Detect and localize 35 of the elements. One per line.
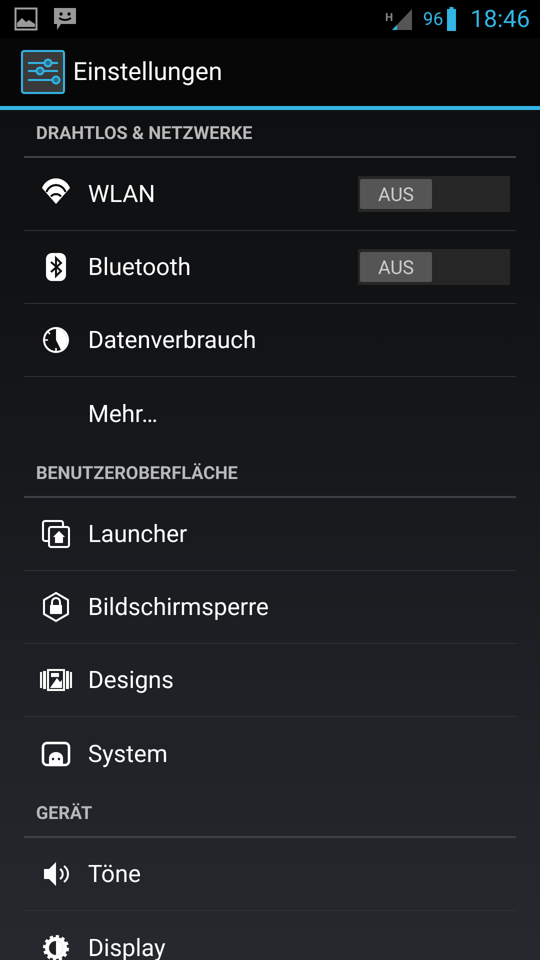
item-label: System xyxy=(88,740,169,768)
section-header: DRAHTLOS & NETZWERKE xyxy=(24,110,516,158)
settings-item[interactable]: Designs xyxy=(24,644,516,717)
settings-item[interactable]: Bluetooth AUS xyxy=(24,231,516,304)
settings-item[interactable]: Töne xyxy=(24,838,516,911)
message-icon xyxy=(52,7,78,31)
lock-icon xyxy=(40,591,72,623)
item-label: Designs xyxy=(88,666,175,694)
settings-item[interactable]: System xyxy=(24,717,516,790)
network-type: H xyxy=(385,11,393,24)
section-header: BENUTZEROBERFLÄCHE xyxy=(24,450,516,498)
item-label: Mehr… xyxy=(88,400,159,428)
toggle-switch[interactable]: AUS xyxy=(358,249,510,285)
item-label: Datenverbrauch xyxy=(88,326,258,354)
item-label: Bluetooth xyxy=(88,253,192,281)
toggle-switch[interactable]: AUS xyxy=(358,176,510,212)
clock: 18:46 xyxy=(470,5,530,33)
settings-item[interactable]: WLAN AUS xyxy=(24,158,516,231)
section-header: GERÄT xyxy=(24,790,516,838)
settings-item[interactable]: Bildschirmsperre xyxy=(24,571,516,644)
item-label: Launcher xyxy=(88,520,188,548)
item-label: Bildschirmsperre xyxy=(88,593,270,621)
item-label: WLAN xyxy=(88,180,156,208)
home-icon xyxy=(40,518,72,550)
battery-icon xyxy=(447,7,456,31)
battery-level: 96 xyxy=(423,8,444,30)
settings-icon xyxy=(21,50,65,94)
image-icon xyxy=(14,7,38,31)
settings-item[interactable]: Launcher xyxy=(24,498,516,571)
settings-item[interactable]: Datenverbrauch xyxy=(24,304,516,377)
signal-icon xyxy=(391,7,413,31)
screen-title: Einstellungen xyxy=(73,58,222,86)
item-label: Töne xyxy=(88,860,142,888)
pie-chart-icon xyxy=(40,324,72,356)
settings-item[interactable]: Mehr… xyxy=(24,377,516,450)
